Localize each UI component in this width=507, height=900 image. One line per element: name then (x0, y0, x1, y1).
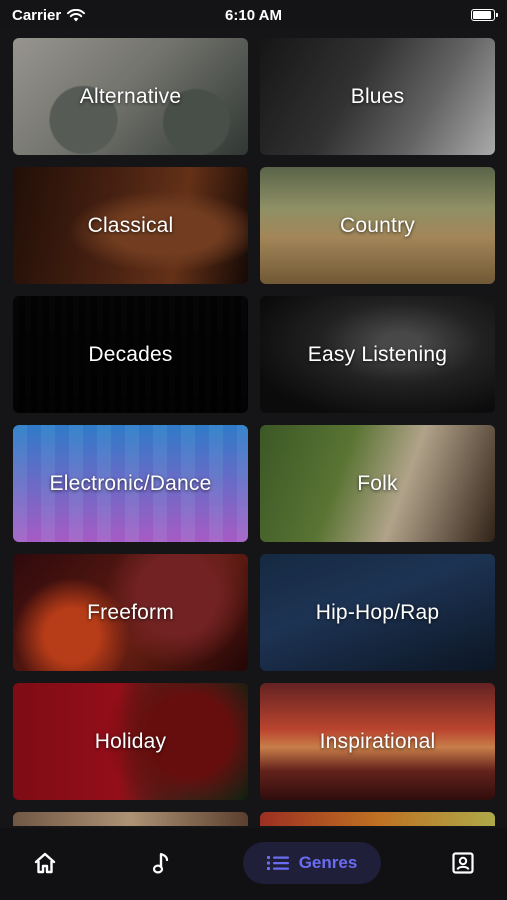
genre-tile[interactable]: Country (260, 167, 495, 284)
carrier-label: Carrier (12, 6, 62, 24)
genre-tile-label: Country (340, 213, 415, 237)
genre-grid: Alternative Blues Classical Country Decades E… (13, 38, 495, 826)
tab-music[interactable] (146, 842, 176, 884)
tab-bar: Genres (0, 828, 507, 900)
tab-profile[interactable] (446, 842, 480, 884)
genre-tile[interactable]: Freeform (13, 554, 248, 671)
genre-tile-label: Electronic/Dance (49, 471, 212, 495)
genre-tile-partial[interactable] (13, 812, 248, 826)
genre-tile-label: Blues (350, 84, 405, 108)
status-bar: Carrier 6:10 AM (0, 0, 507, 30)
status-time: 6:10 AM (225, 6, 282, 24)
genre-tile-label: Decades (88, 342, 173, 366)
genre-tile[interactable]: Easy Listening (260, 296, 495, 413)
genre-tile-label: Holiday (94, 729, 167, 753)
genre-tile-label: Easy Listening (307, 342, 448, 366)
genre-tile-partial[interactable] (260, 812, 495, 826)
genre-tile[interactable]: Inspirational (260, 683, 495, 800)
list-icon (266, 855, 289, 871)
genre-tile[interactable]: Folk (260, 425, 495, 542)
genre-tile[interactable]: Alternative (13, 38, 248, 155)
genre-tile-label: Hip-Hop/Rap (315, 600, 440, 624)
profile-icon (452, 852, 474, 874)
wifi-icon (67, 8, 86, 22)
genre-tile[interactable]: Blues (260, 38, 495, 155)
genre-tile[interactable]: Classical (13, 167, 248, 284)
genre-tile[interactable]: Electronic/Dance (13, 425, 248, 542)
genre-tile[interactable]: Hip-Hop/Rap (260, 554, 495, 671)
genre-tile-label: Freeform (87, 600, 174, 624)
genre-tile-label: Inspirational (319, 729, 436, 753)
genre-tile[interactable]: Holiday (13, 683, 248, 800)
genre-tile-label: Folk (357, 471, 398, 495)
genre-tile[interactable]: Decades (13, 296, 248, 413)
tab-genres[interactable]: Genres (243, 842, 381, 884)
genre-tile-label: Classical (87, 213, 174, 237)
tab-genres-label: Genres (298, 853, 358, 872)
tab-home[interactable] (28, 842, 62, 884)
home-icon (33, 852, 57, 874)
battery-icon (471, 9, 498, 21)
genre-tile-label: Alternative (79, 84, 182, 108)
status-left: Carrier (12, 6, 86, 24)
music-note-icon (152, 851, 170, 875)
